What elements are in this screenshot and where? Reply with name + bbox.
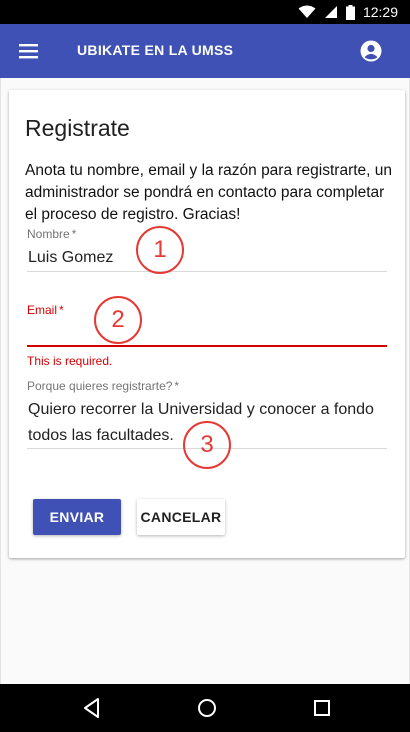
- home-icon[interactable]: [195, 696, 219, 720]
- signal-icon: [324, 6, 337, 18]
- status-bar: 12:29: [0, 0, 410, 24]
- cancel-button[interactable]: CANCELAR: [137, 499, 225, 535]
- app-title: UBIKATE EN LA UMSS: [77, 42, 234, 58]
- back-icon[interactable]: [80, 696, 104, 720]
- battery-icon: [345, 4, 355, 20]
- name-underline: [27, 271, 387, 272]
- menu-icon[interactable]: [18, 40, 40, 62]
- registration-card: Registrate Anota tu nombre, email y la r…: [9, 90, 405, 558]
- annotation-badge: 2: [94, 296, 142, 344]
- email-error-message: This is required.: [27, 354, 113, 368]
- navigation-bar: [0, 684, 410, 732]
- status-time: 12:29: [362, 4, 398, 20]
- name-label: Nombre *: [27, 227, 77, 241]
- app-bar: UBIKATE EN LA UMSS: [0, 24, 410, 78]
- account-circle-icon[interactable]: [360, 40, 382, 62]
- submit-button[interactable]: ENVIAR: [33, 499, 121, 535]
- name-field[interactable]: Luis Gomez: [28, 245, 113, 271]
- card-title: Registrate: [25, 115, 130, 141]
- reason-label: Porque quieres registrarte? *: [27, 379, 180, 393]
- annotation-badge: 3: [183, 421, 231, 469]
- recents-icon[interactable]: [310, 696, 334, 720]
- annotation-badge: 1: [136, 226, 184, 274]
- wifi-icon: [298, 5, 316, 18]
- email-label: Email *: [27, 303, 64, 317]
- email-underline: [27, 345, 387, 347]
- intro-text: Anota tu nombre, email y la razón para r…: [25, 162, 393, 223]
- email-field[interactable]: [28, 316, 386, 342]
